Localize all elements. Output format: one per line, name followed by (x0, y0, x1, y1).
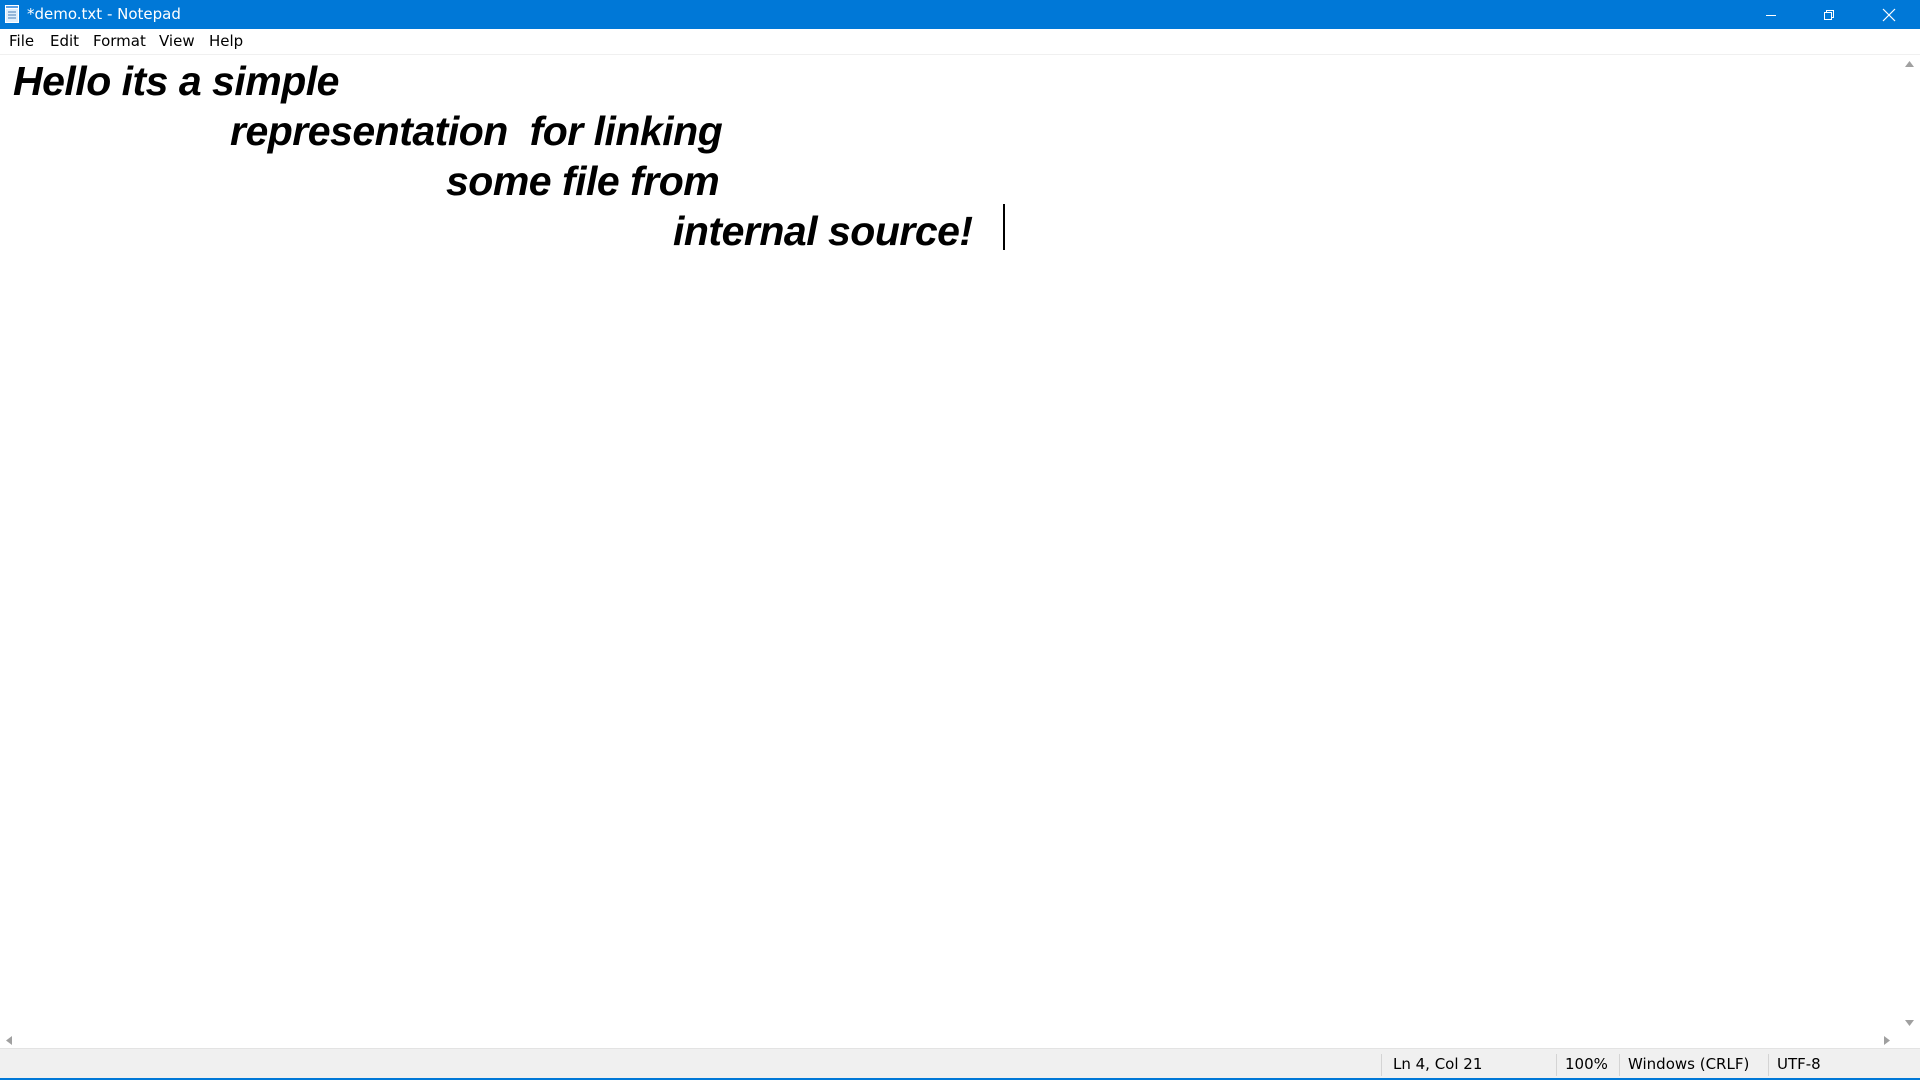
scrollbar-corner (1899, 1031, 1920, 1048)
text-line: Hello its a simple (13, 58, 339, 104)
status-divider (1768, 1054, 1769, 1076)
menu-help[interactable]: Help (205, 29, 247, 54)
text-line: representation for linking (230, 108, 723, 154)
menu-file[interactable]: File (5, 29, 38, 54)
scroll-down-arrow-icon[interactable] (1904, 1019, 1915, 1027)
scroll-right-arrow-icon[interactable] (1883, 1035, 1891, 1046)
status-divider (1619, 1054, 1620, 1076)
line-endings: Windows (CRLF) (1628, 1055, 1750, 1073)
close-button[interactable] (1858, 0, 1920, 29)
text-caret (1003, 204, 1005, 250)
menu-edit[interactable]: Edit (46, 29, 83, 54)
text-editor[interactable]: Hello its a simple representation for li… (0, 55, 1899, 1031)
title-bar[interactable]: *demo.txt - Notepad (0, 0, 1920, 29)
horizontal-scrollbar[interactable] (0, 1031, 1899, 1048)
cursor-position: Ln 4, Col 21 (1393, 1055, 1483, 1073)
menu-bar: File Edit Format View Help (0, 29, 1920, 55)
window-title: *demo.txt - Notepad (27, 5, 181, 23)
minimize-button[interactable] (1742, 0, 1800, 29)
menu-format[interactable]: Format (89, 29, 150, 54)
scroll-up-arrow-icon[interactable] (1904, 60, 1915, 68)
text-line: internal source! (673, 208, 973, 254)
status-divider (1556, 1054, 1557, 1076)
notepad-icon (5, 5, 19, 23)
minimize-icon (1766, 14, 1776, 16)
vertical-scrollbar[interactable] (1899, 55, 1920, 1031)
restore-button[interactable] (1800, 0, 1858, 29)
status-bar: Ln 4, Col 21 100% Windows (CRLF) UTF-8 (0, 1048, 1920, 1079)
encoding: UTF-8 (1777, 1055, 1821, 1073)
notepad-window: *demo.txt - Notepad File Edit Format Vie… (0, 0, 1920, 1080)
text-line: some file from (446, 158, 720, 204)
menu-view[interactable]: View (155, 29, 199, 54)
zoom-level: 100% (1565, 1055, 1608, 1073)
scroll-left-arrow-icon[interactable] (5, 1035, 13, 1046)
status-divider (1381, 1054, 1382, 1076)
close-icon (1882, 8, 1896, 21)
restore-icon (1824, 9, 1834, 20)
